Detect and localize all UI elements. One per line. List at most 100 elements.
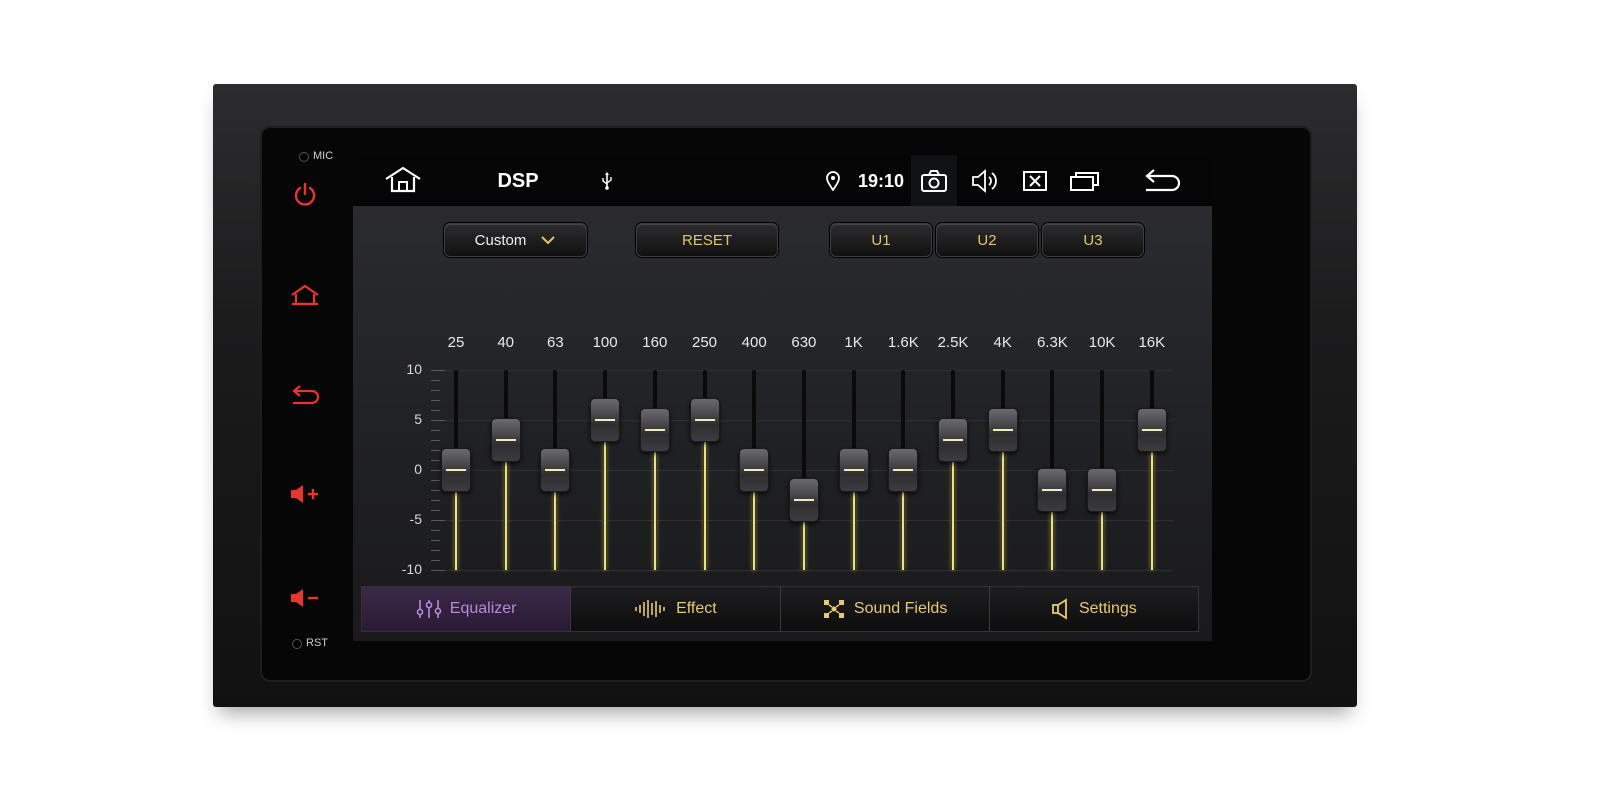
waveform-icon bbox=[634, 599, 668, 619]
slider-knob-250[interactable] bbox=[689, 398, 720, 442]
tab-settings[interactable]: Settings bbox=[989, 587, 1198, 631]
slider-knob-4K[interactable] bbox=[987, 408, 1018, 452]
slider-knob-1K[interactable] bbox=[838, 448, 869, 492]
band-frequency-label: 6.3K bbox=[1036, 334, 1068, 351]
scale-tick bbox=[431, 410, 440, 411]
slider-knob-10K[interactable] bbox=[1087, 468, 1118, 512]
rst-label: RST bbox=[306, 637, 328, 649]
preset-u1-button[interactable]: U1 bbox=[830, 223, 932, 257]
scale-tick bbox=[431, 440, 440, 441]
knob-indicator bbox=[992, 429, 1013, 431]
band-frequency-label: 10K bbox=[1088, 334, 1116, 351]
slider-fill bbox=[1001, 450, 1004, 570]
screenshot-button[interactable] bbox=[911, 155, 957, 206]
volume-icon bbox=[972, 169, 997, 193]
knob-indicator bbox=[1092, 489, 1113, 491]
recent-apps-button[interactable] bbox=[1065, 165, 1105, 197]
slider-knob-63[interactable] bbox=[540, 448, 571, 492]
hw-volume-down-button[interactable] bbox=[288, 581, 322, 615]
slider-knob-6.3K[interactable] bbox=[1037, 468, 1068, 512]
slider-knob-1.6K[interactable] bbox=[888, 448, 919, 492]
band-frequency-label: 1K bbox=[844, 334, 863, 351]
slider-track[interactable] bbox=[652, 370, 657, 570]
close-app-button[interactable] bbox=[1015, 165, 1055, 197]
y-tick-label: 0 bbox=[414, 461, 422, 477]
volume-button[interactable] bbox=[965, 165, 1005, 197]
scale-tick bbox=[431, 420, 445, 421]
slider-knob-400[interactable] bbox=[739, 448, 770, 492]
knob-indicator bbox=[644, 429, 665, 431]
knob-indicator bbox=[744, 469, 765, 471]
scale-tick bbox=[431, 530, 440, 531]
slider-fill bbox=[952, 460, 954, 570]
slider-fill bbox=[703, 440, 706, 570]
equalizer-icon bbox=[416, 599, 442, 619]
back-button[interactable] bbox=[1139, 165, 1185, 197]
slider-track[interactable] bbox=[951, 370, 955, 570]
reset-button[interactable]: RESET bbox=[636, 223, 778, 257]
hw-volume-up-button[interactable] bbox=[288, 477, 322, 511]
home-button[interactable] bbox=[381, 163, 425, 197]
slider-fill bbox=[1101, 510, 1104, 570]
close-box-icon bbox=[1023, 171, 1047, 191]
slider-fill bbox=[753, 490, 756, 570]
slider-knob-160[interactable] bbox=[639, 408, 670, 452]
slider-knob-630[interactable] bbox=[788, 478, 819, 522]
hw-back-button[interactable] bbox=[288, 379, 322, 413]
band-frequency-label: 160 bbox=[642, 334, 668, 351]
scale-tick bbox=[431, 480, 440, 481]
recent-apps-icon bbox=[1070, 172, 1099, 191]
scale-tick bbox=[431, 550, 440, 551]
reset-hole[interactable] bbox=[292, 639, 302, 649]
scale-tick bbox=[431, 380, 440, 381]
slider-knob-100[interactable] bbox=[590, 398, 621, 442]
slider-track[interactable] bbox=[503, 370, 508, 570]
slider-knob-25[interactable] bbox=[441, 448, 471, 492]
slider-fill bbox=[504, 460, 507, 570]
scale-tick bbox=[431, 500, 440, 501]
knob-indicator bbox=[446, 469, 466, 471]
gridline bbox=[431, 570, 1173, 571]
y-tick-label: -5 bbox=[409, 511, 422, 527]
usb-icon bbox=[597, 169, 617, 193]
camera-icon bbox=[921, 169, 947, 192]
tab-equalizer[interactable]: Equalizer bbox=[362, 587, 572, 631]
scale-tick bbox=[431, 570, 445, 571]
hardware-button-panel: MIC RST bbox=[270, 136, 348, 672]
tab-effect[interactable]: Effect bbox=[571, 587, 781, 631]
knob-indicator bbox=[545, 469, 566, 471]
slider-track[interactable] bbox=[1149, 370, 1154, 570]
scale-tick bbox=[431, 520, 445, 521]
slider-knob-2.5K[interactable] bbox=[938, 418, 968, 462]
power-icon bbox=[294, 182, 316, 206]
slider-track[interactable] bbox=[1000, 370, 1005, 570]
hw-home-button[interactable] bbox=[288, 278, 322, 312]
slider-fill bbox=[604, 440, 607, 570]
scale-tick bbox=[431, 400, 440, 401]
scale-tick bbox=[431, 490, 440, 491]
band-frequency-label: 63 bbox=[547, 334, 564, 351]
scale-tick bbox=[431, 450, 440, 451]
scale-tick bbox=[431, 540, 440, 541]
slider-track[interactable] bbox=[801, 370, 806, 570]
slider-knob-16K[interactable] bbox=[1136, 408, 1167, 452]
preset-u3-button[interactable]: U3 bbox=[1042, 223, 1144, 257]
slider-knob-40[interactable] bbox=[490, 418, 521, 462]
scale-tick bbox=[431, 390, 440, 391]
slider-fill bbox=[554, 490, 557, 570]
preset-value: Custom bbox=[474, 231, 527, 249]
band-frequency-label: 630 bbox=[791, 334, 817, 351]
slider-fill bbox=[1150, 450, 1153, 570]
slider-fill bbox=[455, 490, 457, 570]
preset-u2-button[interactable]: U2 bbox=[936, 223, 1038, 257]
power-button[interactable] bbox=[288, 178, 322, 212]
tab-sound-fields[interactable]: Sound Fields bbox=[780, 587, 990, 631]
equalizer-panel: Custom RESET U1 U2 U3 1050-5-10250403630… bbox=[353, 206, 1212, 641]
band-frequency-label: 250 bbox=[691, 334, 718, 351]
band-frequency-label: 4K bbox=[993, 334, 1012, 351]
preset-dropdown[interactable]: Custom bbox=[444, 223, 587, 257]
band-frequency-label: 25 bbox=[447, 334, 465, 351]
back-icon bbox=[1145, 169, 1181, 192]
knob-indicator bbox=[893, 469, 914, 471]
slider-fill bbox=[1051, 510, 1054, 570]
